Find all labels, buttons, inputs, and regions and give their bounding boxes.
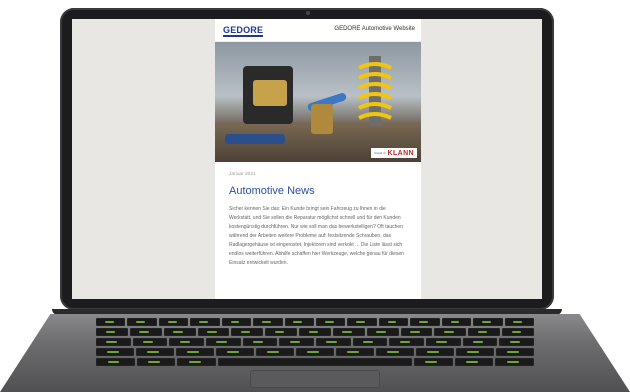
- key[interactable]: [366, 328, 399, 336]
- key[interactable]: [400, 328, 433, 336]
- issue-date: Januar 2021: [229, 172, 256, 177]
- keyboard-row: [96, 348, 534, 356]
- keyboard-row: [96, 328, 534, 336]
- website-link[interactable]: GEDORE Automotive Website: [334, 26, 415, 32]
- email-header: GEDORE GEDORE Automotive Website: [215, 19, 421, 42]
- key[interactable]: [242, 338, 278, 346]
- key[interactable]: [177, 358, 217, 366]
- key[interactable]: [129, 328, 162, 336]
- brass-bushing: [253, 80, 287, 106]
- key[interactable]: [347, 318, 377, 326]
- key[interactable]: [169, 338, 204, 346]
- key[interactable]: [332, 328, 365, 336]
- laptop-screen: GEDORE GEDORE Automotive Website brand o…: [72, 19, 542, 299]
- klann-badge-caption: brand of: [374, 151, 386, 155]
- key[interactable]: [96, 318, 126, 326]
- key[interactable]: [416, 348, 454, 356]
- key[interactable]: [158, 318, 189, 326]
- key[interactable]: [136, 348, 174, 356]
- key[interactable]: [495, 358, 535, 366]
- klann-badge: brand of KLANN: [371, 148, 417, 158]
- key[interactable]: [265, 328, 298, 336]
- key[interactable]: [299, 328, 331, 336]
- key[interactable]: [96, 348, 134, 356]
- key[interactable]: [253, 318, 283, 326]
- newsletter-title: Automotive News: [229, 185, 315, 197]
- keyboard-row: [95, 338, 535, 346]
- key[interactable]: [389, 338, 425, 346]
- webcam-icon: [306, 11, 310, 15]
- key[interactable]: [231, 328, 264, 336]
- key[interactable]: [413, 358, 453, 366]
- key[interactable]: [221, 318, 252, 326]
- keyboard-row: [96, 318, 534, 326]
- key[interactable]: [96, 328, 128, 336]
- sleeve-tool: [311, 104, 333, 134]
- key[interactable]: [410, 318, 440, 326]
- key[interactable]: [441, 318, 472, 326]
- klann-logo: KLANN: [387, 149, 414, 157]
- key[interactable]: [127, 318, 157, 326]
- logo-underline: [223, 35, 263, 37]
- key[interactable]: [352, 338, 388, 346]
- hero-image: brand of KLANN: [215, 42, 421, 162]
- key[interactable]: [205, 338, 241, 346]
- gedore-logo[interactable]: GEDORE: [223, 25, 263, 35]
- key[interactable]: [462, 338, 498, 346]
- key[interactable]: [496, 348, 534, 356]
- key[interactable]: [426, 338, 461, 346]
- key[interactable]: [502, 328, 534, 336]
- key[interactable]: [132, 338, 168, 346]
- key[interactable]: [95, 358, 135, 366]
- spacebar[interactable]: [218, 358, 412, 366]
- key[interactable]: [468, 328, 501, 336]
- key[interactable]: [456, 348, 494, 356]
- key[interactable]: [336, 348, 374, 356]
- key[interactable]: [454, 358, 494, 366]
- laptop: GEDORE GEDORE Automotive Website brand o…: [0, 0, 630, 392]
- key[interactable]: [296, 348, 334, 356]
- key[interactable]: [499, 338, 535, 346]
- key[interactable]: [434, 328, 467, 336]
- key[interactable]: [256, 348, 294, 356]
- key[interactable]: [163, 328, 196, 336]
- key[interactable]: [197, 328, 230, 336]
- newsletter-email: GEDORE GEDORE Automotive Website brand o…: [215, 19, 421, 299]
- key[interactable]: [136, 358, 176, 366]
- key[interactable]: [316, 338, 351, 346]
- key[interactable]: [216, 348, 254, 356]
- newsletter-body: Sicher kennen Sie das: Ein Kunde bringt …: [229, 206, 404, 266]
- blue-handle: [225, 134, 285, 144]
- coil-spring-icon: [358, 56, 392, 126]
- email-content: Januar 2021 Automotive News Sicher kenne…: [215, 162, 421, 268]
- keyboard-row: [95, 358, 535, 366]
- key[interactable]: [176, 348, 214, 356]
- key[interactable]: [279, 338, 314, 346]
- keyboard: [95, 318, 535, 366]
- key[interactable]: [284, 318, 314, 326]
- key[interactable]: [504, 318, 534, 326]
- key[interactable]: [376, 348, 414, 356]
- key[interactable]: [95, 338, 131, 346]
- trackpad[interactable]: [250, 370, 380, 388]
- key[interactable]: [378, 318, 409, 326]
- key[interactable]: [316, 318, 346, 326]
- key[interactable]: [473, 318, 503, 326]
- key[interactable]: [190, 318, 220, 326]
